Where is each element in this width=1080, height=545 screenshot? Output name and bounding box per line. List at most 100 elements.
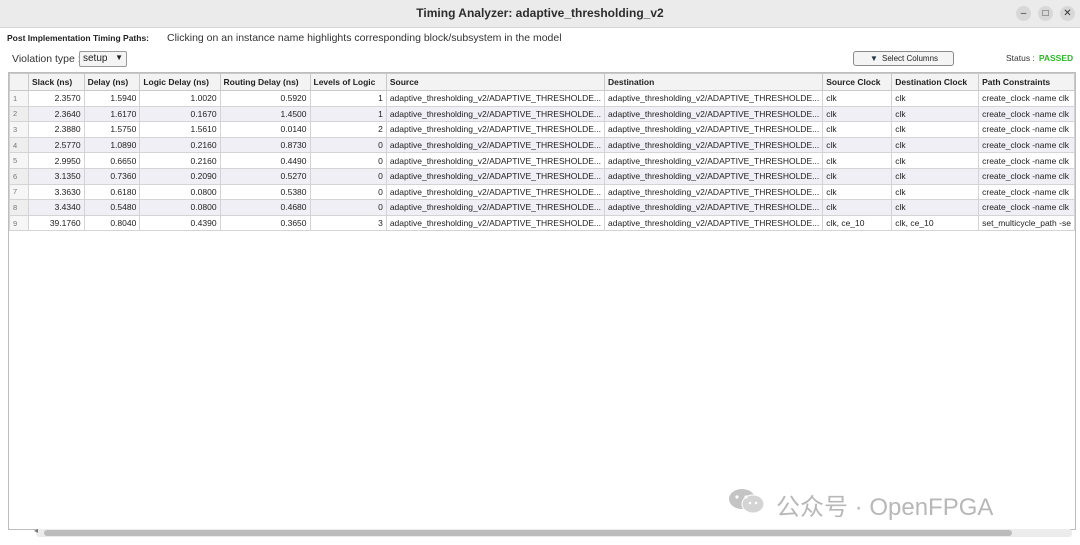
table-cell[interactable]: adaptive_thresholding_v2/ADAPTIVE_THRESH…	[385, 90, 606, 107]
column-header[interactable]: Levels of Logic	[309, 73, 387, 91]
row-index: 4	[9, 136, 29, 154]
table-row[interactable]: 6 3.1350 0.7360 0.2090 0.5270 0 adaptive_thres…	[9, 167, 1075, 185]
table-cell: 1.5940	[83, 90, 141, 107]
table-cell[interactable]: adaptive_thresholding_v2/ADAPTIVE_THRESH…	[385, 136, 606, 154]
horizontal-scrollbar[interactable]: ◂	[34, 526, 1072, 537]
table-cell: 1.5750	[83, 121, 141, 138]
column-header[interactable]	[9, 73, 29, 91]
table-cell: clk	[891, 90, 980, 107]
table-cell[interactable]: adaptive_thresholding_v2/ADAPTIVE_THRESH…	[604, 136, 824, 154]
table-cell: 0.6650	[83, 152, 141, 169]
column-header[interactable]: Delay (ns)	[83, 73, 141, 91]
table-cell: 0	[309, 136, 387, 154]
table-cell: 0.8040	[83, 214, 141, 232]
close-button[interactable]: ✕	[1060, 6, 1075, 21]
status-indicator: Status : PASSED	[1006, 53, 1073, 63]
table-row[interactable]: 4 2.5770 1.0890 0.2160 0.8730 0 adaptive_thres…	[9, 136, 1075, 154]
table-cell: 2.9950	[28, 152, 85, 169]
table-cell: clk	[822, 152, 893, 169]
table-cell: create_clock -name clk	[978, 183, 1075, 201]
table-cell: clk	[891, 183, 980, 201]
table-cell: 1.5610	[139, 121, 221, 138]
table-cell: 2.3880	[28, 121, 85, 138]
table-cell: 0.4490	[219, 152, 311, 169]
table-cell[interactable]: adaptive_thresholding_v2/ADAPTIVE_THRESH…	[385, 121, 606, 138]
status-value: PASSED	[1038, 53, 1074, 63]
table-cell: clk	[822, 105, 893, 123]
filter-icon: ▼	[870, 54, 878, 63]
violation-type-label: Violation type :	[12, 53, 81, 65]
table-cell[interactable]: adaptive_thresholding_v2/ADAPTIVE_THRESH…	[385, 183, 606, 201]
table-cell: clk, ce_10	[822, 214, 893, 232]
table-cell[interactable]: adaptive_thresholding_v2/ADAPTIVE_THRESH…	[604, 152, 824, 169]
table-cell[interactable]: adaptive_thresholding_v2/ADAPTIVE_THRESH…	[604, 121, 824, 138]
info-bar: Post Implementation Timing Paths: Clicki…	[0, 27, 1080, 45]
table-cell: 0	[309, 183, 387, 201]
row-index: 6	[9, 167, 29, 185]
table-cell: 39.1760	[28, 214, 85, 232]
table-cell: 3	[309, 214, 387, 232]
column-header[interactable]: Slack (ns)	[28, 73, 85, 91]
table-cell: 0	[309, 167, 387, 185]
table-cell: 2.5770	[28, 136, 85, 154]
table-cell: 1.4500	[219, 105, 311, 123]
column-header[interactable]: Path Constraints	[978, 73, 1075, 91]
column-header[interactable]: Logic Delay (ns)	[139, 73, 221, 91]
row-index: 7	[9, 183, 29, 201]
table-row[interactable]: 2 2.3640 1.6170 0.1670 1.4500 1 adaptive_thres…	[9, 105, 1075, 123]
table-cell: create_clock -name clk	[978, 90, 1075, 107]
table-row[interactable]: 7 3.3630 0.6180 0.0800 0.5380 0 adaptive_thres…	[9, 183, 1075, 201]
dropdown-arrow-icon: ▼	[115, 53, 123, 62]
table-cell: 0.0140	[219, 121, 311, 138]
column-header[interactable]: Source	[385, 73, 606, 91]
violation-type-value: setup	[83, 53, 108, 64]
table-cell: clk	[822, 167, 893, 185]
table-cell: 1	[309, 90, 387, 107]
table-cell[interactable]: adaptive_thresholding_v2/ADAPTIVE_THRESH…	[604, 183, 824, 201]
scroll-left-icon[interactable]: ◂	[34, 526, 38, 535]
row-index: 2	[9, 105, 29, 123]
table-cell[interactable]: adaptive_thresholding_v2/ADAPTIVE_THRESH…	[385, 152, 606, 169]
table-cell: 0.5380	[219, 183, 311, 201]
column-header[interactable]: Destination	[604, 73, 824, 91]
minimize-button[interactable]: –	[1016, 6, 1031, 21]
table-row[interactable]: 3 2.3880 1.5750 1.5610 0.0140 2 adaptive_thres…	[9, 121, 1075, 138]
select-columns-button[interactable]: ▼ Select Columns	[853, 51, 954, 66]
table-cell: 0.0800	[139, 199, 221, 216]
table-cell[interactable]: adaptive_thresholding_v2/ADAPTIVE_THRESH…	[604, 167, 824, 185]
table-cell: 0.2160	[139, 136, 221, 154]
table-row[interactable]: 5 2.9950 0.6650 0.2160 0.4490 0 adaptive_thres…	[9, 152, 1075, 169]
scrollbar-thumb[interactable]	[44, 530, 1012, 536]
table-cell: 1	[309, 105, 387, 123]
table-cell[interactable]: adaptive_thresholding_v2/ADAPTIVE_THRESH…	[604, 90, 824, 107]
column-header[interactable]: Source Clock	[822, 73, 893, 91]
table-row[interactable]: 8 3.4340 0.5480 0.0800 0.4680 0 adaptive_thres…	[9, 199, 1075, 216]
table-cell: clk	[891, 152, 980, 169]
column-header[interactable]: Destination Clock	[891, 73, 980, 91]
table-cell: 0.5920	[219, 90, 311, 107]
table-row[interactable]: 1 2.3570 1.5940 1.0020 0.5920 1 adaptive_thres…	[9, 90, 1075, 107]
table-cell: create_clock -name clk	[978, 199, 1075, 216]
table-cell[interactable]: adaptive_thresholding_v2/ADAPTIVE_THRESH…	[385, 199, 606, 216]
table-cell: create_clock -name clk	[978, 105, 1075, 123]
table-cell: clk	[822, 136, 893, 154]
table-cell[interactable]: adaptive_thresholding_v2/ADAPTIVE_THRESH…	[385, 167, 606, 185]
table-cell: 0.2090	[139, 167, 221, 185]
maximize-button[interactable]: □	[1038, 6, 1053, 21]
column-header[interactable]: Routing Delay (ns)	[219, 73, 311, 91]
table-cell: clk	[822, 121, 893, 138]
table-cell: clk	[822, 90, 893, 107]
table-cell: clk	[891, 136, 980, 154]
violation-type-select[interactable]: setup ▼	[79, 51, 127, 67]
table-row[interactable]: 9 39.1760 0.8040 0.4390 0.3650 3 adaptive_thre…	[9, 214, 1075, 232]
table-cell: 0.7360	[83, 167, 141, 185]
table-cell[interactable]: adaptive_thresholding_v2/ADAPTIVE_THRESH…	[385, 105, 606, 123]
timing-paths-table: Slack (ns) Delay (ns) Logic Delay (ns) Rout…	[8, 72, 1076, 530]
table-cell: create_clock -name clk	[978, 121, 1075, 138]
table-cell[interactable]: adaptive_thresholding_v2/ADAPTIVE_THRESH…	[604, 105, 824, 123]
table-cell[interactable]: adaptive_thresholding_v2/ADAPTIVE_THRESH…	[385, 214, 606, 232]
table-cell[interactable]: adaptive_thresholding_v2/ADAPTIVE_THRESH…	[604, 214, 824, 232]
table-cell: 2	[309, 121, 387, 138]
table-cell: create_clock -name clk	[978, 136, 1075, 154]
table-cell[interactable]: adaptive_thresholding_v2/ADAPTIVE_THRESH…	[604, 199, 824, 216]
